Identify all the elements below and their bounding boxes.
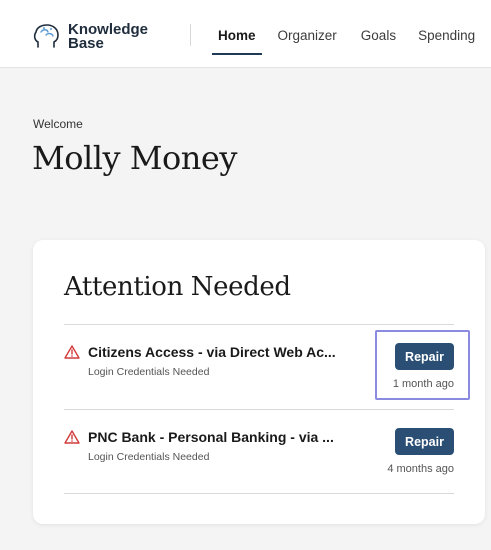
- nav-item-organizer[interactable]: Organizer: [278, 28, 337, 55]
- focus-highlight-box: [375, 330, 470, 400]
- welcome-label: Welcome: [33, 117, 83, 131]
- attention-item-subtitle: Login Credentials Needed: [88, 366, 210, 378]
- main-nav: Home Organizer Goals Spending: [212, 28, 491, 55]
- logo-line-2: Base: [68, 35, 104, 52]
- row-divider: [64, 493, 454, 494]
- attention-needed-title: Attention Needed: [64, 272, 291, 302]
- logo-text: Knowledge Base: [68, 22, 148, 52]
- top-navigation-bar: Knowledge Base Home Organizer Goals Spen…: [0, 0, 491, 68]
- warning-icon: [64, 345, 80, 359]
- nav-item-spending[interactable]: Spending: [418, 28, 475, 55]
- attention-item-title[interactable]: Citizens Access - via Direct Web Ac...: [88, 344, 336, 360]
- nav-divider: [190, 24, 191, 46]
- repair-button[interactable]: Repair: [395, 428, 454, 455]
- user-name-heading: Molly Money: [32, 139, 237, 177]
- nav-item-goals[interactable]: Goals: [361, 28, 396, 55]
- attention-item-time: 4 months ago: [387, 463, 454, 475]
- warning-icon: [64, 430, 80, 444]
- attention-item-subtitle: Login Credentials Needed: [88, 451, 210, 463]
- attention-item-title[interactable]: PNC Bank - Personal Banking - via ...: [88, 429, 334, 445]
- brain-head-icon: [33, 24, 59, 48]
- logo[interactable]: Knowledge Base: [32, 22, 148, 52]
- attention-item: PNC Bank - Personal Banking - via ... Lo…: [64, 410, 454, 494]
- nav-item-home[interactable]: Home: [212, 28, 261, 55]
